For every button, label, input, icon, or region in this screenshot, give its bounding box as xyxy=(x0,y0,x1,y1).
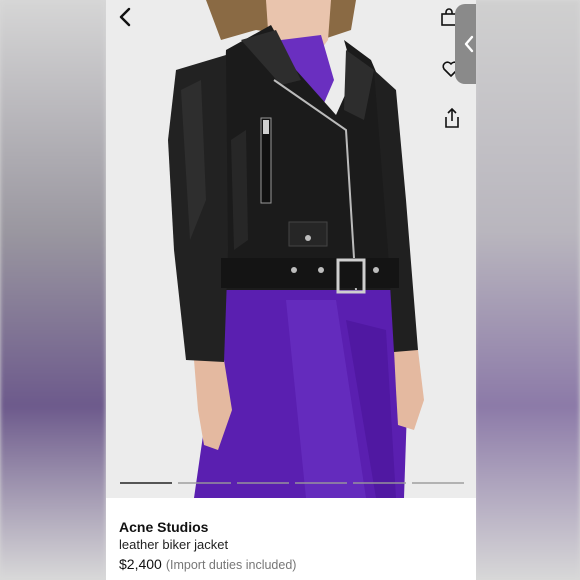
brand-name[interactable]: Acne Studios xyxy=(119,518,459,536)
carousel-dot[interactable] xyxy=(411,482,464,484)
back-button[interactable] xyxy=(112,4,138,30)
product-page: Acne Studios leather biker jacket $2,400… xyxy=(106,0,476,580)
chevron-left-icon xyxy=(464,35,474,53)
share-button[interactable] xyxy=(439,105,465,131)
product-title: leather biker jacket xyxy=(119,537,229,552)
blurred-background-left xyxy=(0,0,106,580)
price-note: (Import duties included) xyxy=(165,558,297,572)
carousel-dot[interactable] xyxy=(178,482,231,484)
carousel-dot[interactable] xyxy=(294,482,348,484)
price-row: $2,400 (Import duties included) xyxy=(119,554,459,575)
carousel-dot[interactable] xyxy=(236,482,289,484)
product-price: $2,400 xyxy=(119,556,162,572)
product-info: Acne Studios leather biker jacket $2,400… xyxy=(119,518,459,575)
screenshot-frame: Acne Studios leather biker jacket $2,400… xyxy=(0,0,580,580)
product-photo-illustration xyxy=(106,0,476,498)
carousel-dot[interactable] xyxy=(353,482,406,484)
blurred-background-right xyxy=(474,0,580,580)
side-panel-tab[interactable] xyxy=(455,4,476,84)
product-image[interactable] xyxy=(106,0,476,498)
carousel-dot[interactable] xyxy=(120,482,173,484)
share-icon xyxy=(445,107,459,128)
chevron-left-icon xyxy=(119,7,131,27)
image-carousel-indicator xyxy=(120,482,464,485)
